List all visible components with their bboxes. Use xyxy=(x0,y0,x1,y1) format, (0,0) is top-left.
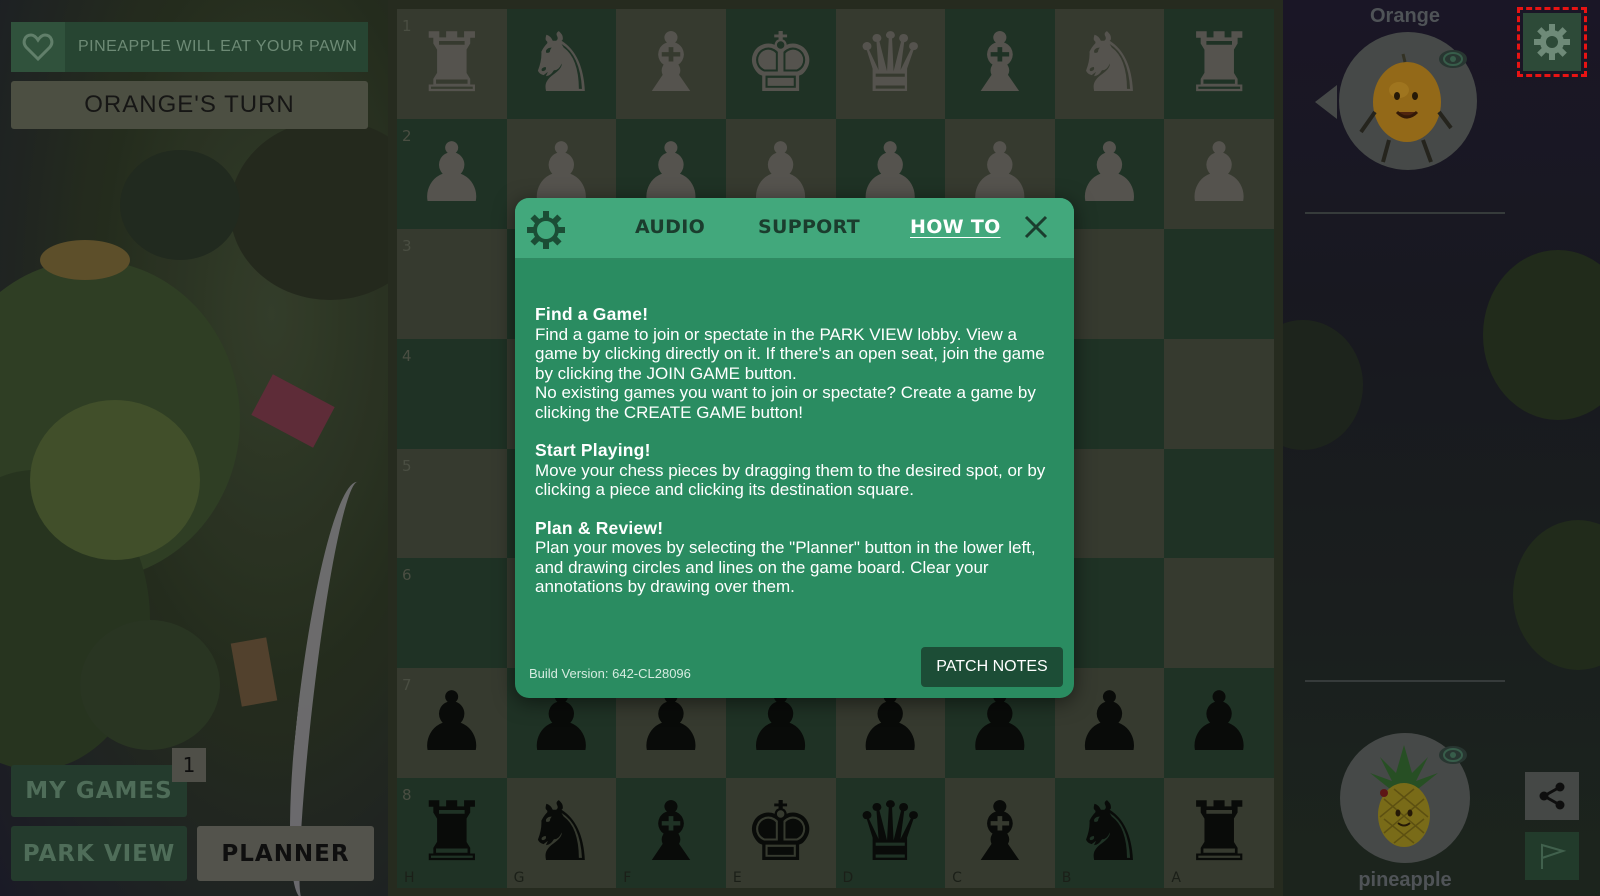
close-icon[interactable] xyxy=(1021,212,1051,242)
how-to-section: Start Playing! Move your chess pieces by… xyxy=(535,440,1055,500)
section-text: Find a game to join or spectate in the P… xyxy=(535,324,1045,422)
section-title: Find a Game! xyxy=(535,304,649,324)
patch-notes-button[interactable]: PATCH NOTES xyxy=(921,647,1063,687)
settings-dialog: AUDIO SUPPORT HOW TO Find a Game! Find a… xyxy=(515,198,1074,698)
settings-button[interactable] xyxy=(1517,7,1587,77)
tab-how-to[interactable]: HOW TO xyxy=(910,216,1001,238)
how-to-section: Plan & Review! Plan your moves by select… xyxy=(535,517,1055,597)
gear-icon xyxy=(1534,24,1570,60)
build-version: Build Version: 642-CL28096 xyxy=(529,666,691,681)
tab-audio[interactable]: AUDIO xyxy=(635,216,705,238)
tab-support[interactable]: SUPPORT xyxy=(758,216,860,238)
how-to-content: Find a Game! Find a game to join or spec… xyxy=(535,304,1055,616)
how-to-section: Find a Game! Find a game to join or spec… xyxy=(535,304,1055,422)
section-title: Plan & Review! xyxy=(535,517,664,538)
section-text: Move your chess pieces by dragging them … xyxy=(535,460,1046,500)
dialog-header: AUDIO SUPPORT HOW TO xyxy=(515,198,1074,260)
settings-button-face xyxy=(1523,13,1581,71)
gear-icon[interactable] xyxy=(525,209,567,251)
section-text: Plan your moves by selecting the "Planne… xyxy=(535,538,1036,596)
section-title: Start Playing! xyxy=(535,440,651,460)
